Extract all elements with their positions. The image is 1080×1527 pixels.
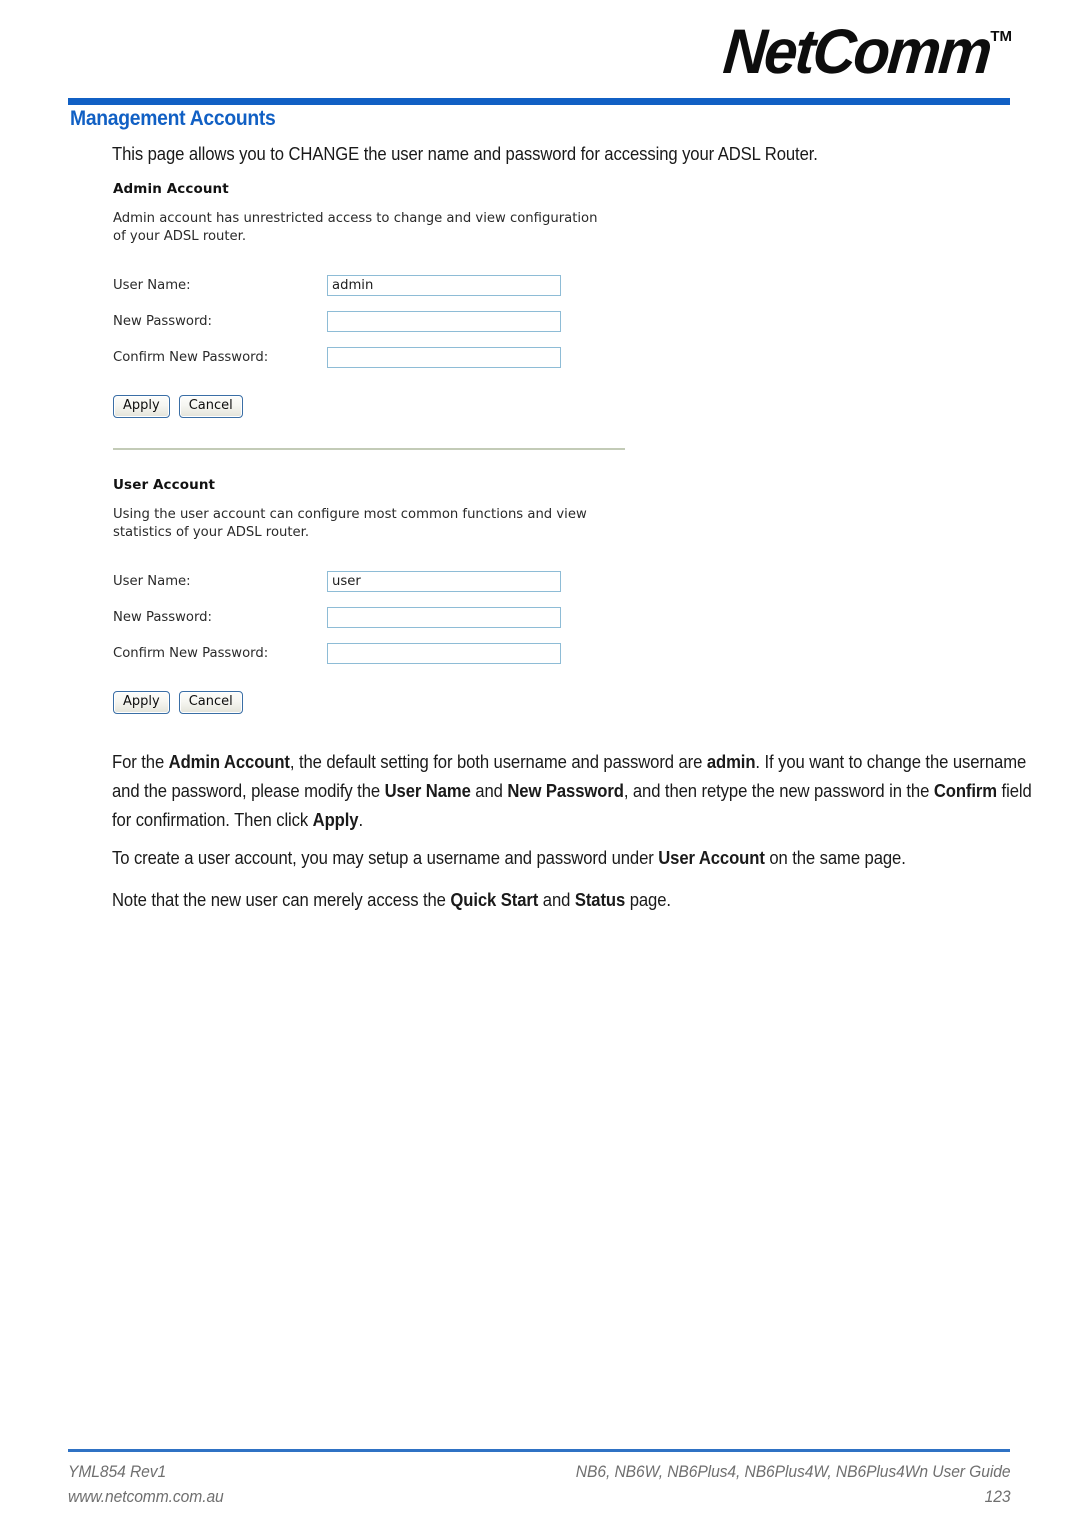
user-username-row: User Name: (113, 563, 561, 599)
admin-account-heading: Admin Account (113, 181, 229, 197)
intro-paragraph: This page allows you to CHANGE the user … (112, 143, 818, 164)
admin-newpassword-row: New Password: (113, 303, 561, 339)
admin-newpassword-label: New Password: (113, 313, 212, 329)
page-title: Management Accounts (70, 107, 276, 130)
paragraph-create-user: To create a user account, you may setup … (112, 847, 906, 868)
admin-confirmpassword-input[interactable] (327, 346, 561, 368)
user-confirmpassword-input[interactable] (327, 642, 561, 664)
user-account-description: Using the user account can configure mos… (113, 507, 587, 540)
user-button-row: Apply Cancel (113, 691, 643, 714)
footer-right: NB6, NB6W, NB6Plus4, NB6Plus4W, NB6Plus4… (575, 1459, 1010, 1509)
user-account-heading: User Account (113, 477, 216, 493)
admin-confirmpassword-row: Confirm New Password: (113, 339, 561, 375)
footer-page-number: 123 (984, 1487, 1010, 1506)
user-confirmpassword-row: Confirm New Password: (113, 635, 561, 671)
admin-newpassword-input[interactable] (327, 310, 561, 332)
footer-left: YML854 Rev1 www.netcomm.com.au (68, 1459, 224, 1509)
header-rule (68, 98, 1010, 105)
admin-apply-button[interactable]: Apply (113, 395, 170, 418)
document-page: NetComm TM Management Accounts This page… (0, 0, 1080, 1527)
user-username-label: User Name: (113, 573, 191, 589)
admin-username-label: User Name: (113, 277, 191, 293)
user-confirmpassword-label: Confirm New Password: (113, 645, 269, 661)
admin-username-input[interactable] (327, 274, 561, 296)
user-newpassword-input[interactable] (327, 606, 561, 628)
admin-button-row: Apply Cancel (113, 395, 643, 418)
user-newpassword-label: New Password: (113, 609, 212, 625)
divider-spacer (113, 450, 643, 477)
user-apply-button[interactable]: Apply (113, 691, 170, 714)
paragraph-admin-defaults: For the Admin Account, the default setti… (112, 751, 1032, 830)
trademark-symbol: TM (990, 28, 1012, 45)
user-username-input[interactable] (327, 570, 561, 592)
footer-doc-ref: YML854 Rev1 (68, 1462, 167, 1481)
router-ui-screenshot: Admin Account Admin account has unrestri… (113, 181, 643, 714)
admin-confirmpassword-label: Confirm New Password: (113, 349, 269, 365)
footer-website: www.netcomm.com.au (68, 1487, 224, 1506)
admin-username-row: User Name: (113, 267, 561, 303)
admin-cancel-button[interactable]: Cancel (178, 395, 243, 418)
footer-rule (68, 1449, 1010, 1452)
paragraph-user-access: Note that the new user can merely access… (112, 889, 671, 910)
user-cancel-button[interactable]: Cancel (178, 691, 243, 714)
user-account-fields: User Name: New Password: Confirm New Pas… (113, 563, 561, 671)
admin-account-fields: User Name: New Password: Confirm New Pas… (113, 267, 561, 375)
user-newpassword-row: New Password: (113, 599, 561, 635)
admin-account-section: Admin Account Admin account has unrestri… (113, 181, 643, 418)
footer-guide-title: NB6, NB6W, NB6Plus4, NB6Plus4W, NB6Plus4… (575, 1462, 1010, 1481)
logo-wordmark: NetComm (721, 17, 993, 87)
user-account-section: User Account Using the user account can … (113, 477, 643, 714)
admin-account-description: Admin account has unrestricted access to… (113, 211, 598, 244)
netcomm-logo: NetComm TM (707, 17, 1012, 92)
